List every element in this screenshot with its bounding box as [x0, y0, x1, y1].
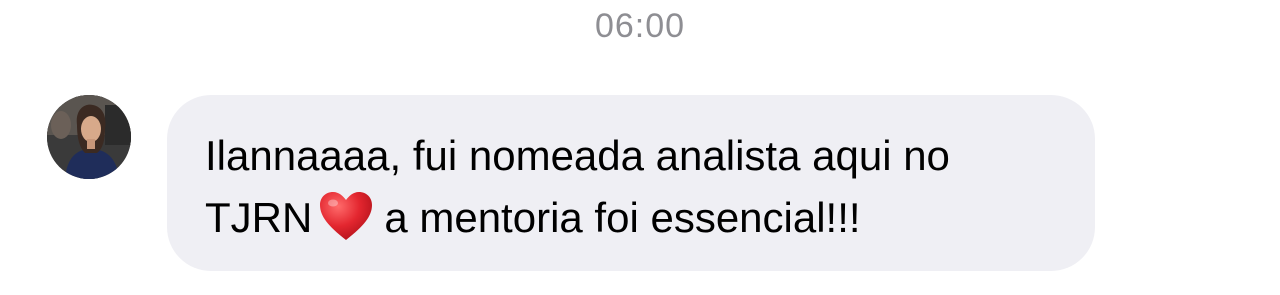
message-timestamp: 06:00 — [594, 7, 686, 45]
red-heart-icon — [318, 190, 374, 242]
message-line-2-end: a mentoria foi essencial!!! — [384, 194, 861, 241]
message-line-2-start: TJRN — [205, 194, 313, 241]
message-text: Ilannaaaa, fui nomeada analista aqui no … — [205, 125, 1055, 249]
message-line-1: Ilannaaaa, fui nomeada analista aqui no — [205, 132, 950, 179]
incoming-message-row: Ilannaaaa, fui nomeada analista aqui no … — [0, 95, 1280, 275]
sender-avatar[interactable] — [47, 95, 131, 179]
message-bubble[interactable]: Ilannaaaa, fui nomeada analista aqui no … — [167, 95, 1095, 271]
